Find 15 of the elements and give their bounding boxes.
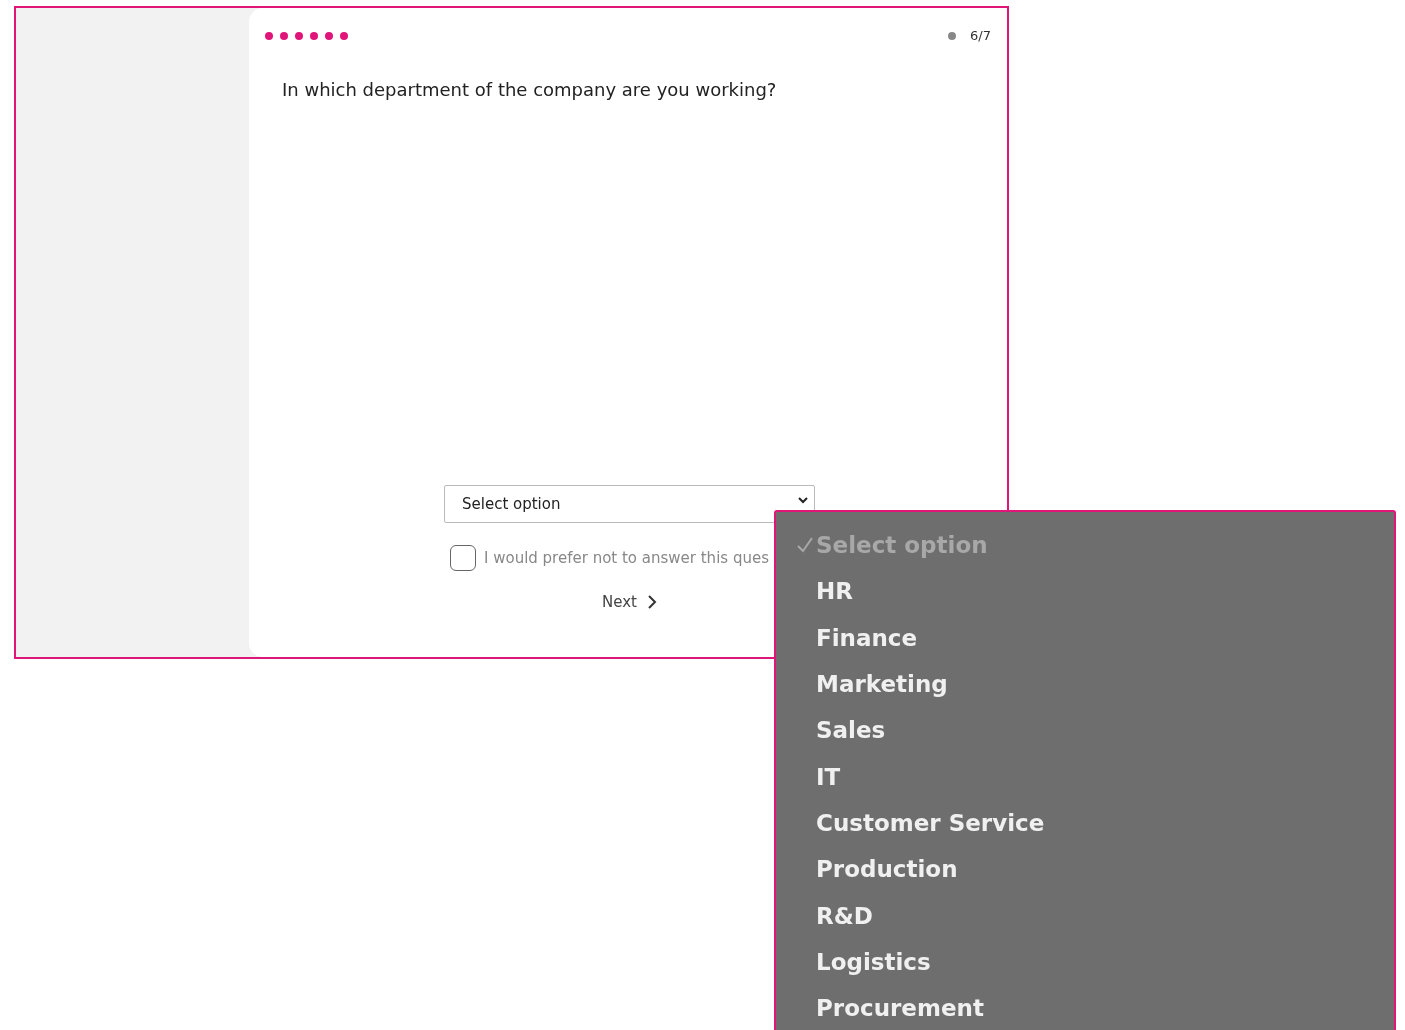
next-button[interactable]: Next xyxy=(602,593,657,611)
dropdown-option[interactable]: Sales xyxy=(776,707,1394,754)
dropdown-option[interactable]: Finance xyxy=(776,614,1394,661)
checkbox-label: I would prefer not to answer this ques xyxy=(484,549,769,567)
dropdown-option[interactable]: IT xyxy=(776,753,1394,800)
dropdown-option[interactable]: R&D xyxy=(776,892,1394,939)
dropdown-option[interactable]: HR xyxy=(776,568,1394,615)
dropdown-option[interactable]: Marketing xyxy=(776,660,1394,708)
select-field[interactable]: Select option xyxy=(444,485,815,523)
dropdown-option[interactable]: Procurement xyxy=(776,984,1394,1030)
dropdown-option[interactable]: Production xyxy=(776,846,1394,893)
dropdown-option[interactable]: Customer Service xyxy=(776,799,1394,847)
question-text: In which department of the company are you working? xyxy=(282,79,777,100)
dropdown-option[interactable]: Logistics xyxy=(776,938,1394,985)
step-counter: 6/7 xyxy=(970,28,991,43)
